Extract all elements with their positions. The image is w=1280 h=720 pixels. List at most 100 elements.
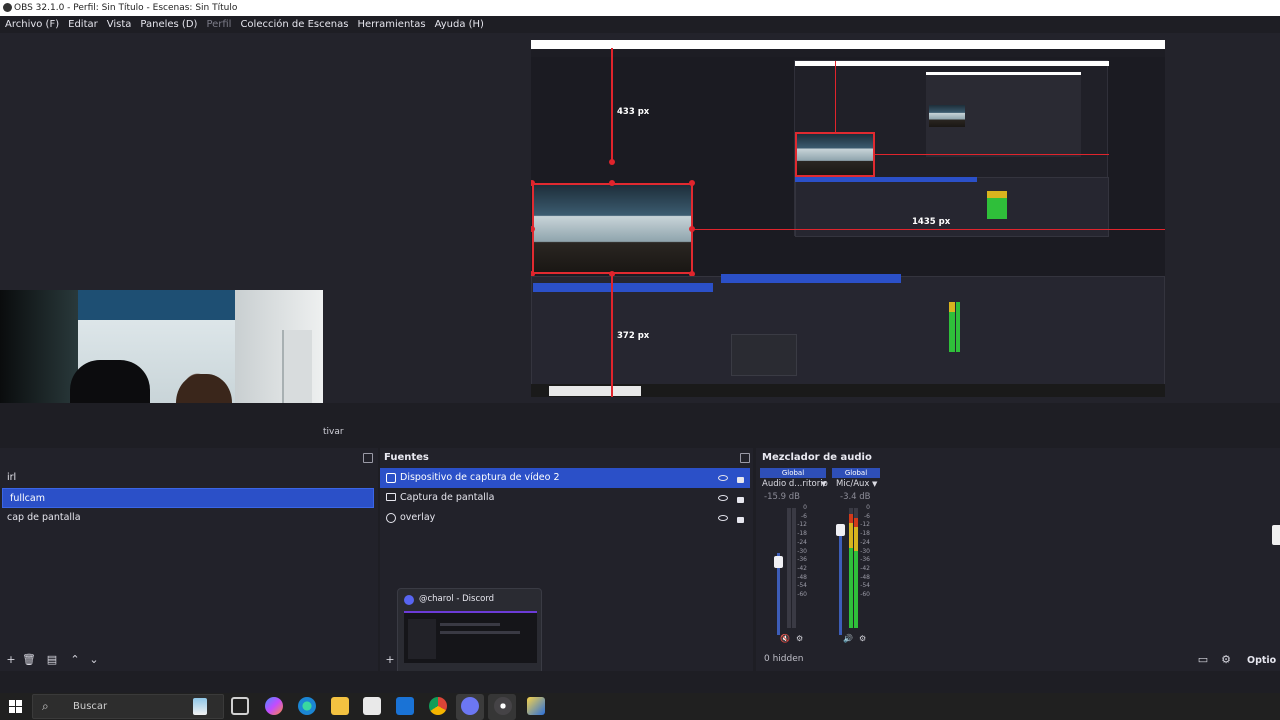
channel-1-name[interactable]: Audio d...ritorio: [762, 479, 828, 489]
menu-archivo[interactable]: Archivo (F): [5, 16, 59, 33]
edge-icon[interactable]: [298, 697, 316, 715]
measure-right-label: 1435 px: [912, 217, 951, 227]
store-icon[interactable]: [363, 697, 381, 715]
scene-filters-icon[interactable]: ▤: [45, 653, 59, 667]
visibility-eye-icon[interactable]: [718, 475, 728, 481]
measure-top-label: 433 px: [617, 107, 650, 117]
sources-dock-float-icon[interactable]: [740, 453, 750, 463]
scenes-dock-float-icon[interactable]: [363, 453, 373, 463]
menu-vista[interactable]: Vista: [107, 16, 132, 33]
nested-title-bar-2: [795, 61, 1109, 66]
visibility-eye-icon[interactable]: [718, 495, 728, 501]
meter-scale-tick: -48: [860, 573, 870, 581]
nested-webcam-2: [929, 105, 965, 127]
add-source-icon[interactable]: +: [383, 653, 397, 667]
guide-top-handle: [609, 159, 615, 165]
task-view-icon[interactable]: [231, 697, 249, 715]
activar-label[interactable]: tivar: [323, 425, 383, 439]
menu-ayuda[interactable]: Ayuda (H): [435, 16, 484, 33]
channel-2-settings-icon[interactable]: ⚙: [859, 634, 866, 643]
meter-scale-tick: -54: [860, 582, 870, 590]
resize-handle-r[interactable]: [689, 226, 695, 232]
lock-icon[interactable]: [737, 497, 744, 503]
nested-meter-1: [949, 302, 955, 352]
meter-scale-tick: -54: [797, 582, 807, 590]
nested-guide-v: [835, 61, 836, 133]
move-scene-up-icon[interactable]: ⌃: [68, 653, 82, 667]
scene-item-cap-pantalla[interactable]: cap de pantalla: [0, 508, 378, 528]
controls-options-label[interactable]: Optio: [1247, 655, 1276, 666]
mixer-title: Mezclador de audio: [762, 452, 872, 463]
menu-herramientas[interactable]: Herramientas: [357, 16, 425, 33]
menu-bar: Archivo (F) Editar Vista Paneles (D) Per…: [0, 16, 1280, 33]
channel-1-dropdown-icon[interactable]: ▼: [821, 480, 826, 488]
discord-thumb-sidebar: [408, 619, 436, 659]
visibility-eye-icon[interactable]: [718, 515, 728, 521]
side-panel-tab[interactable]: [1272, 525, 1280, 545]
discord-thumb-line: [440, 631, 520, 634]
channel-1-mute-icon[interactable]: 🔇: [780, 634, 790, 643]
mixer-layout-icon[interactable]: ▭: [1196, 653, 1210, 667]
menu-editar[interactable]: Editar: [68, 16, 98, 33]
outlook-icon[interactable]: [396, 697, 414, 715]
meter-scale-tick: -42: [797, 564, 807, 572]
menu-paneles[interactable]: Paneles (D): [140, 16, 197, 33]
resize-handle-t[interactable]: [609, 180, 615, 186]
channel-2-fader-track[interactable]: [839, 528, 842, 635]
nested-title-bar: [531, 40, 1165, 49]
remove-scene-icon[interactable]: 🗑: [22, 653, 36, 667]
channel-1-scale: 0 -6 -12 -18 -24 -30 -36 -42 -48 -54 -60: [793, 504, 807, 600]
nested-docks: [795, 177, 1109, 237]
source-label: overlay: [400, 512, 436, 523]
scene-item-irl[interactable]: irl: [0, 468, 378, 488]
lock-icon[interactable]: [737, 477, 744, 483]
lock-icon[interactable]: [737, 517, 744, 523]
nested-search: [549, 386, 641, 396]
audio-mixer-dock: Mezclador de audio Global Audio d...rito…: [756, 448, 1280, 671]
scene-item-fullcam[interactable]: fullcam: [2, 488, 374, 508]
menu-coleccion-escenas[interactable]: Colección de Escenas: [240, 16, 348, 33]
search-icon: ⌕: [42, 699, 49, 713]
search-highlight-icon: [193, 698, 207, 715]
file-explorer-icon[interactable]: [331, 697, 349, 715]
source-row-overlay[interactable]: overlay: [380, 508, 750, 528]
monitor-icon: [386, 493, 396, 501]
move-scene-down-icon[interactable]: ⌄: [87, 653, 101, 667]
measure-bottom-label: 372 px: [617, 331, 650, 341]
app-taskbar-icon[interactable]: [527, 697, 545, 715]
meter-scale-tick: -6: [864, 512, 870, 520]
selected-webcam-source[interactable]: [532, 183, 693, 274]
nested-meter-2: [956, 302, 960, 352]
copilot-icon[interactable]: [265, 697, 283, 715]
meter-scale-tick: -30: [860, 547, 870, 555]
menu-perfil[interactable]: Perfil: [206, 16, 231, 33]
scenes-dock: irl fullcam cap de pantalla + 🗑 ▤ ⌃ ⌄: [0, 448, 378, 671]
meter-scale-tick: -60: [860, 591, 870, 599]
meter-scale-tick: -36: [860, 556, 870, 564]
controls-strip: [0, 403, 1280, 448]
channel-1-fader-knob[interactable]: [774, 556, 783, 568]
channel-2-dropdown-icon[interactable]: ▼: [872, 480, 877, 488]
sources-title: Fuentes: [384, 452, 429, 463]
camera-icon: [386, 473, 396, 483]
meter-scale-tick: 0: [866, 504, 870, 511]
channel-1-settings-icon[interactable]: ⚙: [796, 634, 803, 643]
mixer-advanced-icon[interactable]: ⚙: [1219, 653, 1233, 667]
discord-icon: [404, 595, 414, 605]
discord-popup-title: @charol - Discord: [419, 594, 495, 604]
channel-2-meter-level: [849, 514, 853, 628]
taskbar-search[interactable]: ⌕ Buscar: [32, 694, 224, 719]
chrome-icon[interactable]: [429, 697, 447, 715]
windows-start-icon[interactable]: [9, 700, 22, 713]
preview-canvas[interactable]: 433 px 1435 px 372 px: [531, 40, 1165, 397]
channel-2-speaker-icon[interactable]: 🔊: [843, 634, 853, 643]
meter-scale-tick: -18: [860, 530, 870, 538]
add-scene-icon[interactable]: +: [4, 653, 18, 667]
window-title-bar: OBS 32.1.0 - Perfil: Sin Título - Escena…: [0, 0, 1280, 16]
channel-2-fader-knob[interactable]: [836, 524, 845, 536]
source-row-capture-device[interactable]: Dispositivo de captura de vídeo 2: [380, 468, 750, 488]
resize-handle-tr[interactable]: [689, 180, 695, 186]
channel-2-name[interactable]: Mic/Aux: [836, 479, 869, 489]
source-row-screen-capture[interactable]: Captura de pantalla: [380, 488, 750, 508]
mixer-hidden-count: 0 hidden: [764, 654, 804, 664]
